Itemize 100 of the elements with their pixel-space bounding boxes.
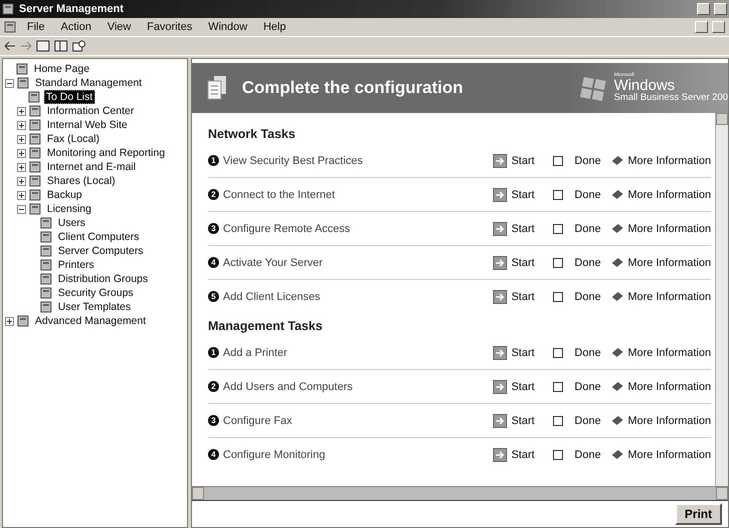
node-icon [29, 147, 42, 159]
more-information-link[interactable]: More Information [628, 188, 711, 200]
done-label: Done [574, 222, 601, 234]
tree-item[interactable]: Shares (Local) [45, 174, 118, 188]
start-link[interactable]: Start [511, 346, 535, 358]
expand-toggle[interactable] [17, 134, 26, 144]
minimize-button[interactable] [695, 21, 708, 33]
tree-item[interactable]: Client Computers [56, 230, 142, 244]
arrow-icon [493, 222, 508, 236]
start-link[interactable]: Start [511, 380, 535, 392]
start-link[interactable]: Start [511, 188, 535, 200]
minimize-button[interactable] [697, 3, 710, 15]
more-information-link[interactable]: More Information [628, 448, 711, 460]
step-number: 2 [208, 381, 219, 392]
more-information-link[interactable]: More Information [628, 256, 711, 268]
done-label: Done [574, 414, 601, 426]
tree-item[interactable]: Server Computers [56, 244, 146, 258]
task-link[interactable]: Configure Monitoring [223, 448, 490, 460]
done-checkbox[interactable] [552, 450, 563, 460]
tree-item[interactable]: To Do List [44, 90, 95, 104]
done-checkbox[interactable] [552, 156, 563, 166]
arrow-icon [493, 290, 508, 304]
tree-item[interactable]: Home Page [32, 62, 92, 76]
done-checkbox[interactable] [552, 224, 563, 234]
arrow-icon [493, 414, 508, 428]
more-information-link[interactable]: More Information [628, 380, 711, 392]
collapse-toggle[interactable] [5, 78, 14, 88]
tree-item[interactable]: Security Groups [56, 286, 136, 300]
more-information-link[interactable]: More Information [628, 414, 711, 426]
menu-item[interactable]: Help [257, 20, 292, 34]
menu-item[interactable]: Action [54, 20, 98, 34]
start-link[interactable]: Start [511, 290, 535, 302]
done-checkbox[interactable] [552, 292, 563, 302]
task-link[interactable]: Configure Remote Access [223, 222, 490, 234]
tree-item[interactable]: Users [56, 216, 88, 230]
more-information-link[interactable]: More Information [628, 154, 711, 166]
logo-name: Windows [614, 78, 675, 94]
task-link[interactable]: Add Client Licenses [223, 290, 490, 302]
tree-view-icon[interactable] [54, 40, 68, 52]
node-icon [4, 21, 17, 33]
section-heading: Management Tasks [208, 319, 324, 333]
task-link[interactable]: Connect to the Internet [223, 188, 490, 200]
horizontal-scrollbar[interactable] [192, 486, 728, 500]
more-information-link[interactable]: More Information [628, 222, 711, 234]
node-icon [29, 119, 42, 131]
tree-item[interactable]: Internal Web Site [45, 118, 130, 132]
menu-item[interactable]: Favorites [140, 20, 198, 34]
menu-item[interactable]: File [21, 20, 51, 34]
done-checkbox[interactable] [552, 348, 563, 358]
expand-toggle[interactable] [17, 120, 26, 130]
menu-item[interactable]: Window [202, 20, 254, 34]
expand-toggle[interactable] [17, 190, 26, 200]
done-label: Done [574, 256, 601, 268]
start-link[interactable]: Start [511, 222, 535, 234]
tree-item[interactable]: Advanced Management [33, 314, 148, 328]
print-button[interactable]: Print [674, 503, 722, 525]
tree-item[interactable]: Standard Management [33, 76, 144, 90]
start-link[interactable]: Start [511, 256, 535, 268]
arrow-icon [493, 380, 508, 394]
more-information-link[interactable]: More Information [628, 346, 711, 358]
menu-item[interactable]: View [101, 20, 137, 34]
back-icon[interactable] [4, 41, 16, 51]
start-link[interactable]: Start [511, 448, 535, 460]
expand-toggle[interactable] [17, 148, 26, 158]
step-number: 4 [208, 449, 219, 460]
tree-item[interactable]: Licensing [45, 202, 94, 216]
done-checkbox[interactable] [552, 382, 563, 392]
arrow-icon [493, 154, 508, 168]
done-checkbox[interactable] [552, 190, 563, 200]
maximize-button[interactable] [714, 3, 727, 15]
arrow-icon [493, 448, 508, 462]
task-link[interactable]: View Security Best Practices [223, 154, 490, 166]
tree-item[interactable]: Distribution Groups [56, 272, 150, 286]
window-title: Server Management [19, 3, 125, 15]
expand-toggle[interactable] [17, 106, 26, 116]
task-link[interactable]: Add Users and Computers [223, 380, 490, 392]
done-label: Done [574, 448, 601, 460]
done-checkbox[interactable] [552, 258, 563, 268]
task-link[interactable]: Activate Your Server [223, 256, 490, 268]
start-link[interactable]: Start [511, 154, 535, 166]
node-icon [40, 259, 53, 271]
tree-item[interactable]: Backup [45, 188, 84, 202]
start-link[interactable]: Start [511, 414, 535, 426]
vertical-scrollbar[interactable] [715, 113, 728, 486]
tree-item[interactable]: Printers [56, 258, 96, 272]
tree-item[interactable]: Monitoring and Reporting [45, 146, 167, 160]
expand-toggle[interactable] [17, 162, 26, 172]
tree-item[interactable]: Internet and E-mail [45, 160, 138, 174]
collapse-toggle[interactable] [17, 204, 26, 214]
task-link[interactable]: Configure Fax [223, 414, 490, 426]
arrow-icon [493, 188, 508, 202]
tree-item[interactable]: Information Center [45, 104, 136, 118]
more-information-link[interactable]: More Information [628, 290, 711, 302]
tree-item[interactable]: Fax (Local) [45, 132, 102, 146]
tree-item[interactable]: User Templates [56, 300, 133, 314]
task-link[interactable]: Add a Printer [223, 346, 490, 358]
expand-toggle[interactable] [5, 316, 14, 326]
expand-toggle[interactable] [17, 176, 26, 186]
done-checkbox[interactable] [552, 416, 563, 426]
restore-button[interactable] [712, 21, 725, 33]
